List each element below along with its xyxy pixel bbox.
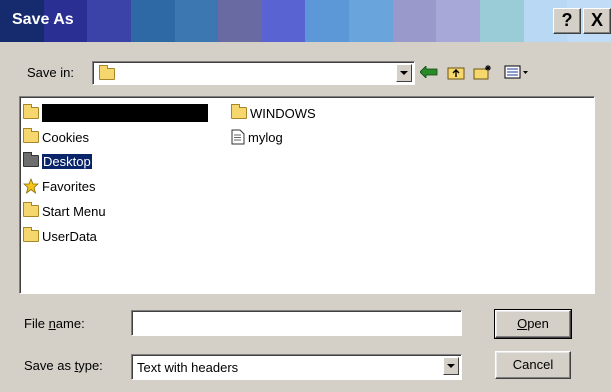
folder-icon	[23, 152, 39, 167]
title-bar-segment	[480, 0, 524, 42]
title-bar	[0, 0, 611, 42]
title-bar-segment	[87, 0, 131, 42]
list-item-favorites[interactable]: Favorites	[23, 177, 95, 195]
title-bar-segment	[218, 0, 262, 42]
new-folder-icon[interactable]	[473, 62, 493, 82]
folder-icon	[99, 65, 115, 80]
title-bar-segment	[305, 0, 350, 42]
title-bar-segment	[174, 0, 219, 42]
list-item-userdata[interactable]: UserData	[23, 227, 97, 245]
list-item-desktop[interactable]: Desktop	[23, 152, 93, 170]
list-item-start-menu[interactable]: Start Menu	[23, 202, 106, 220]
title-bar-segment	[261, 0, 306, 42]
window-title: Save As	[12, 11, 74, 28]
dropdown-arrow-icon[interactable]	[396, 64, 412, 82]
text-file-icon	[231, 129, 245, 145]
save-type-value: Text with headers	[137, 360, 239, 375]
item-label: Desktop	[41, 152, 93, 170]
save-in-label: Save in:	[27, 65, 74, 80]
folder-icon	[23, 227, 39, 242]
item-label: mylog	[248, 129, 283, 145]
save-in-dropdown[interactable]	[92, 61, 415, 85]
title-bar-segment	[436, 0, 481, 42]
file-list[interactable]: Cookies Desktop Favorites Start Menu Use…	[19, 96, 595, 294]
back-arrow-icon[interactable]	[419, 62, 439, 82]
folder-icon	[23, 128, 39, 143]
save-type-label: Save as type:	[24, 358, 103, 373]
close-button[interactable]: X	[583, 8, 611, 34]
cancel-button[interactable]: Cancel	[495, 351, 571, 379]
item-label: WINDOWS	[250, 105, 316, 121]
folder-icon	[231, 104, 247, 119]
item-label: Favorites	[42, 178, 96, 194]
list-item-cookies[interactable]: Cookies	[23, 128, 89, 146]
list-item-mylog[interactable]: mylog	[231, 128, 283, 146]
item-label: UserData	[42, 228, 97, 244]
open-button[interactable]: Open	[494, 309, 572, 339]
up-folder-icon[interactable]	[446, 62, 466, 82]
title-bar-segment	[130, 0, 175, 42]
dropdown-arrow-icon[interactable]	[443, 357, 459, 375]
file-name-label: File name:	[24, 316, 85, 331]
star-folder-icon	[23, 178, 39, 194]
list-item-windows[interactable]: WINDOWS	[231, 104, 316, 122]
redacted-label	[42, 104, 208, 122]
folder-icon	[23, 104, 39, 119]
help-button[interactable]: ?	[553, 8, 581, 34]
view-menu-icon[interactable]	[503, 62, 531, 82]
folder-icon	[23, 202, 39, 217]
save-type-dropdown[interactable]: Text with headers	[131, 354, 462, 380]
list-item-redacted[interactable]	[23, 104, 208, 122]
title-bar-segment	[392, 0, 437, 42]
item-label: Cookies	[42, 129, 89, 145]
item-label: Start Menu	[42, 203, 106, 219]
title-bar-segment	[349, 0, 393, 42]
file-name-input[interactable]	[131, 310, 462, 336]
